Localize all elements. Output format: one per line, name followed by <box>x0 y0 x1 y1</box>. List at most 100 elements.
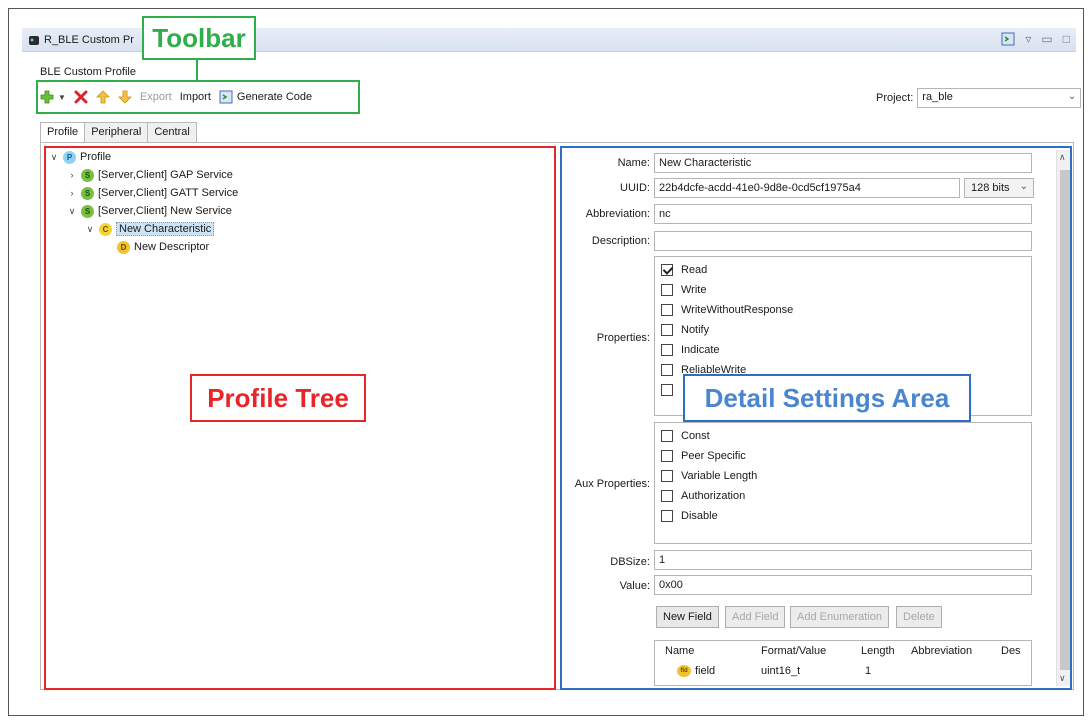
move-down-button[interactable] <box>117 90 132 104</box>
view-menu-icon[interactable]: ▿ <box>1025 32 1031 46</box>
checkbox[interactable] <box>661 470 673 482</box>
project-selector: Project: ra_ble ⌄ <box>876 88 1082 108</box>
add-enumeration-button[interactable]: Add Enumeration <box>790 606 889 628</box>
scrollbar-thumb[interactable] <box>1060 170 1070 670</box>
property-read[interactable]: Read <box>655 260 1031 280</box>
project-label: Project: <box>876 92 914 104</box>
property-write[interactable]: Write <box>655 280 1031 300</box>
green-plus-icon <box>40 90 54 104</box>
tree-item-label: [Server,Client] GAP Service <box>98 169 233 181</box>
delete-button[interactable] <box>74 90 88 104</box>
chevron-right-icon[interactable]: › <box>66 170 78 180</box>
panel-label: BLE Custom Profile <box>40 66 136 78</box>
field-icon: fld <box>677 665 691 678</box>
aux-variable-length[interactable]: Variable Length <box>655 466 1031 486</box>
project-dropdown[interactable]: ra_ble ⌄ <box>917 88 1082 108</box>
table-row[interactable]: fld field uint16_t 1 <box>655 665 1031 683</box>
tree-item-gap-service[interactable]: › S [Server,Client] GAP Service <box>48 166 548 184</box>
chevron-right-icon[interactable]: › <box>66 188 78 198</box>
aux-properties-list[interactable]: Const Peer Specific Variable Length Auth… <box>654 422 1032 544</box>
tree-item-new-characteristic[interactable]: ∨ C New Characteristic <box>48 220 548 238</box>
property-indicate[interactable]: Indicate <box>655 340 1031 360</box>
column-header[interactable]: Format/Value <box>761 645 826 657</box>
property-label: Read <box>681 264 708 276</box>
tab-profile[interactable]: Profile <box>40 122 86 143</box>
tree-item-new-service[interactable]: ∨ S [Server,Client] New Service <box>48 202 548 220</box>
export-button[interactable]: Export <box>140 91 172 103</box>
chevron-down-icon[interactable]: ∨ <box>66 206 78 217</box>
column-header[interactable]: Abbreviation <box>911 645 972 657</box>
tree-item-gatt-service[interactable]: › S [Server,Client] GATT Service <box>48 184 548 202</box>
view-controls: ▿ ▭ □ <box>1001 32 1070 46</box>
properties-label: Properties: <box>596 332 650 344</box>
checkbox[interactable] <box>661 284 673 296</box>
service-node-icon: S <box>81 168 94 182</box>
column-header[interactable]: Name <box>665 645 694 657</box>
uuid-input[interactable]: 22b4dcfe-acdd-41e0-9d8e-0cd5cf1975a4 <box>654 178 960 198</box>
maximize-icon[interactable]: □ <box>1063 32 1070 46</box>
add-field-button[interactable]: Add Field <box>725 606 786 628</box>
delete-button[interactable]: Delete <box>896 606 942 628</box>
generate-code-button[interactable]: Generate Code <box>219 90 312 104</box>
abbreviation-input[interactable]: nc <box>654 204 1032 224</box>
checkbox[interactable] <box>661 344 673 356</box>
minimize-icon[interactable]: ▭ <box>1041 32 1052 46</box>
property-label: Notify <box>681 324 710 336</box>
value-label: Value: <box>619 580 650 592</box>
tree-item-label: [Server,Client] New Service <box>98 205 232 217</box>
property-label: WriteWithoutResponse <box>681 304 794 316</box>
toolbar: ▼ Export Import Generate Code <box>40 86 312 108</box>
checkbox[interactable] <box>661 450 673 462</box>
checkbox[interactable] <box>661 304 673 316</box>
add-dropdown-icon[interactable]: ▼ <box>58 93 66 102</box>
aux-const[interactable]: Const <box>655 426 1031 446</box>
name-label: Name: <box>617 157 650 169</box>
tree-item-label: [Server,Client] GATT Service <box>98 187 239 199</box>
add-button[interactable] <box>40 90 54 104</box>
checkbox[interactable] <box>661 364 673 376</box>
name-input[interactable]: New Characteristic <box>654 153 1032 173</box>
chevron-down-icon[interactable]: ∨ <box>84 224 96 235</box>
move-up-button[interactable] <box>95 90 110 104</box>
value-input[interactable]: 0x00 <box>654 575 1032 595</box>
checkbox[interactable] <box>661 490 673 502</box>
column-header[interactable]: Length <box>861 645 895 657</box>
service-node-icon: S <box>81 204 94 218</box>
property-write-without-response[interactable]: WriteWithoutResponse <box>655 300 1031 320</box>
field-table[interactable]: Name Format/Value Length Abbreviation De… <box>654 640 1032 686</box>
aux-label: Disable <box>681 510 718 522</box>
aux-peer-specific[interactable]: Peer Specific <box>655 446 1031 466</box>
tree-item-new-descriptor[interactable]: D New Descriptor <box>48 238 548 256</box>
column-header[interactable]: Des <box>1001 645 1021 657</box>
descriptor-node-icon: D <box>117 240 130 254</box>
aux-authorization[interactable]: Authorization <box>655 486 1031 506</box>
chevron-down-icon[interactable]: ∨ <box>48 152 60 163</box>
description-input[interactable] <box>654 231 1032 251</box>
import-button[interactable]: Import <box>180 91 211 103</box>
generate-code-icon[interactable] <box>1001 32 1015 46</box>
tab-peripheral[interactable]: Peripheral <box>84 122 149 142</box>
aux-disable[interactable]: Disable <box>655 506 1031 526</box>
tree-item-profile[interactable]: ∨ P Profile <box>48 148 548 166</box>
detail-scrollbar[interactable]: ∧ ∨ <box>1056 150 1072 686</box>
checkbox[interactable] <box>661 384 673 396</box>
red-x-icon <box>74 90 88 104</box>
characteristic-node-icon: C <box>99 222 112 236</box>
checkbox[interactable] <box>661 430 673 442</box>
property-notify[interactable]: Notify <box>655 320 1031 340</box>
uuid-bits-dropdown[interactable]: 128 bits ⌄ <box>964 178 1034 198</box>
tab-central[interactable]: Central <box>147 122 197 142</box>
tree-item-label: New Descriptor <box>134 241 210 253</box>
profile-tree[interactable]: ∨ P Profile › S [Server,Client] GAP Serv… <box>48 148 548 256</box>
view-title: R_BLE Custom Pr <box>44 34 134 46</box>
dbsize-input[interactable]: 1 <box>654 550 1032 570</box>
scroll-up-icon[interactable]: ∧ <box>1059 152 1066 163</box>
checkbox[interactable] <box>661 510 673 522</box>
checkbox[interactable] <box>661 264 673 276</box>
checkbox[interactable] <box>661 324 673 336</box>
chevron-down-icon: ⌄ <box>1067 91 1077 102</box>
chevron-down-icon: ⌄ <box>1019 181 1028 192</box>
scroll-down-icon[interactable]: ∨ <box>1059 673 1066 684</box>
new-field-button[interactable]: New Field <box>656 606 719 628</box>
field-length-cell: 1 <box>865 665 872 677</box>
